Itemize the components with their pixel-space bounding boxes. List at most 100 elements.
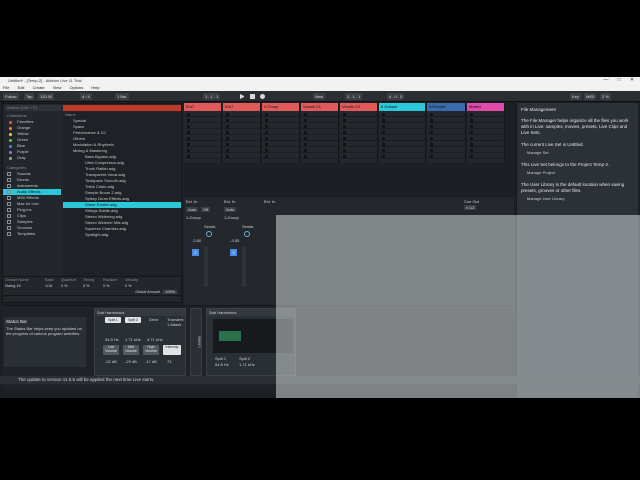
split-1-button[interactable]: Split 1	[105, 317, 121, 323]
stop-icon[interactable]	[250, 94, 255, 99]
preset-item[interactable]: Spotlight.adg	[63, 232, 181, 238]
arrangement-position[interactable]: 1 . 1 . 1	[203, 93, 221, 100]
send-a-knob-2[interactable]	[244, 231, 250, 237]
monitor-auto-1[interactable]: Auto	[186, 207, 199, 212]
menu-help[interactable]: Help	[91, 85, 99, 90]
minimize-icon[interactable]: —	[601, 77, 611, 84]
loop-start-field[interactable]: 3 . 1 . 1	[345, 93, 363, 100]
groove-cell[interactable]: 1/16	[45, 283, 61, 289]
split-2-freq-2[interactable]: 1.71 kHz	[239, 362, 255, 367]
device-title[interactable]: Sub Harmonics	[95, 309, 185, 316]
midi-map-button[interactable]: MIDI	[584, 93, 597, 100]
attack-label: 1 Attack	[167, 322, 182, 327]
intensity-value[interactable]: 73	[167, 359, 171, 364]
clip-slot[interactable]	[263, 153, 298, 159]
track-title[interactable]: 4 Group	[262, 103, 299, 111]
track-activator-1[interactable]: 2	[192, 249, 199, 256]
key-map-button[interactable]: Key	[570, 93, 581, 100]
track-title[interactable]: Em7	[223, 103, 260, 111]
split-2-button[interactable]: Split 2	[125, 317, 141, 323]
new-button[interactable]: New	[313, 93, 326, 100]
mid-volume-button[interactable]: Mid Volume	[123, 345, 139, 355]
collection-label: Yellow	[17, 131, 29, 136]
monitor-off-1[interactable]: Off	[201, 207, 211, 212]
tap-button[interactable]: Tap	[24, 93, 35, 100]
track-title[interactable]: Vocals C1	[301, 103, 338, 111]
track-column: 6 Guitars	[379, 103, 426, 163]
manage-set-button[interactable]: Manage Set	[527, 150, 549, 155]
follow-button[interactable]: Follow	[3, 93, 19, 100]
high-volume-button[interactable]: High Volume	[143, 345, 159, 355]
menu-edit[interactable]: Edit	[18, 85, 25, 90]
tempo-field[interactable]: 120.00	[38, 93, 55, 100]
groove-cell[interactable]: 0 %	[83, 283, 103, 289]
record-icon[interactable]	[260, 94, 265, 99]
low-volume-button[interactable]: Low Volume	[103, 345, 119, 355]
category-icon	[7, 232, 11, 236]
track-activator-2[interactable]: 3	[230, 249, 237, 256]
collection-item[interactable]: Gray	[3, 155, 61, 161]
mid-gain[interactable]: -23 dB	[125, 359, 137, 364]
split-3-freq[interactable]: 4.71 kHz	[147, 337, 163, 342]
clip-slot[interactable]	[224, 153, 259, 159]
track-title[interactable]: Vocals C2	[340, 103, 377, 111]
play-icon[interactable]	[240, 94, 245, 99]
volume-value-1[interactable]: -3.80	[192, 238, 201, 243]
cue-out-select[interactable]: ii 1/2	[464, 205, 477, 210]
maximize-icon[interactable]: □	[614, 77, 624, 84]
clip-slot[interactable]	[428, 153, 464, 159]
loop-length-field[interactable]: 4 . 0 . 0	[387, 93, 405, 100]
groove-cell[interactable]: 0 %	[103, 283, 125, 289]
quantize-menu[interactable]: 1 Bar	[115, 93, 129, 100]
volume-value-2[interactable]: -3.55	[230, 238, 239, 243]
monitor-auto-2[interactable]: Auto	[224, 207, 237, 212]
routing-in-1[interactable]: Ext. In	[186, 199, 197, 204]
transport-bar: Follow Tap 120.00 4 / 4 1 Bar 1 . 1 . 1 …	[0, 91, 640, 102]
manage-user-library-button[interactable]: Manage User Library	[527, 196, 564, 201]
manage-project-button[interactable]: Manage Project	[527, 170, 555, 175]
track-column: 4 Group	[262, 103, 300, 163]
clip-slot[interactable]	[380, 153, 424, 159]
routing-in-3[interactable]: Ext. In	[264, 199, 275, 204]
time-signature-field[interactable]: 4 / 4	[80, 93, 92, 100]
clip-slot[interactable]	[302, 153, 337, 159]
limiter-label: Limiter	[196, 335, 202, 348]
category-label: Max for Live	[17, 201, 39, 206]
clip-slot[interactable]	[468, 153, 503, 159]
clip-slot[interactable]	[185, 153, 220, 159]
split-2-freq[interactable]: 1.71 kHz	[125, 337, 141, 342]
high-gain[interactable]: -17 dB	[145, 359, 157, 364]
menu-options[interactable]: Options	[69, 85, 83, 90]
groove-pool: Groove Name Base Quantize Timing Random Veloc…	[2, 276, 182, 296]
global-amount-field[interactable]: 100%	[163, 290, 177, 294]
browser-search-input[interactable]: Search (Ctrl + F)	[5, 105, 61, 111]
routing-in-2[interactable]: Ext. In	[224, 199, 235, 204]
clip-slot[interactable]	[341, 153, 376, 159]
track-title[interactable]: A Reverb	[427, 103, 465, 111]
send-a-knob-1[interactable]	[206, 231, 212, 237]
menu-view[interactable]: View	[53, 85, 62, 90]
collection-label: Green	[17, 137, 29, 142]
track-title[interactable]: Master	[467, 103, 504, 111]
split-1-freq[interactable]: 54.8 Hz	[105, 337, 119, 342]
groove-cell[interactable]: 0 %	[61, 283, 83, 289]
video-overlay	[276, 215, 640, 398]
groove-cell[interactable]: 0 %	[125, 283, 149, 289]
volume-fader-2[interactable]	[242, 247, 246, 287]
split-1-freq-2[interactable]: 54.8 Hz	[215, 362, 229, 367]
intensity-button[interactable]: Intensity	[163, 345, 181, 355]
category-item[interactable]: Templates	[3, 231, 61, 237]
output-group-2[interactable]: 1-Group	[224, 215, 239, 220]
sub-harmonics-device: Sub Harmonics Split 1 Split 2 Drive Tran…	[94, 308, 186, 376]
menu-file[interactable]: File	[3, 85, 9, 90]
low-gain[interactable]: -22 dB	[105, 359, 117, 364]
category-label: Instruments	[17, 183, 38, 188]
track-title[interactable]: Em7	[184, 103, 221, 111]
menu-create[interactable]: Create	[33, 85, 45, 90]
close-icon[interactable]: ✕	[627, 77, 637, 84]
color-dot-icon	[9, 126, 12, 130]
groove-cell[interactable]: Swing 16	[5, 283, 45, 289]
volume-fader-1[interactable]	[204, 247, 208, 287]
output-group-1[interactable]: 1-Group	[186, 215, 201, 220]
track-title[interactable]: 6 Guitars	[379, 103, 425, 111]
